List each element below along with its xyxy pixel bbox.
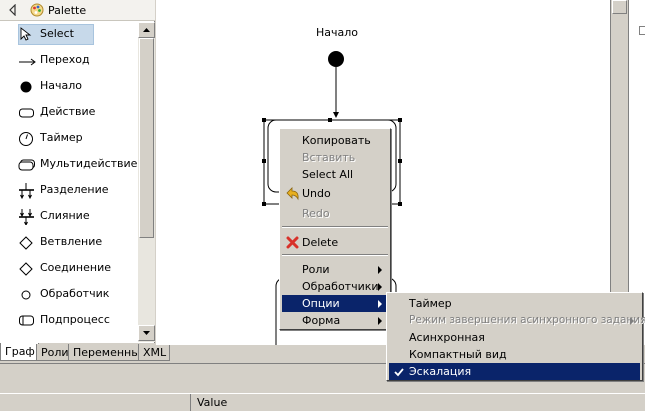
palette-item-select[interactable]: Select (0, 23, 138, 45)
palette-item-label: Таймер (40, 131, 83, 144)
palette-item-start[interactable]: Начало (0, 75, 138, 97)
submenu-arrow-icon (630, 317, 634, 325)
subprocess-icon (19, 315, 34, 326)
timer-icon (19, 132, 33, 146)
submenu-arrow-icon (378, 283, 382, 291)
palette-icon (30, 3, 44, 17)
palette-item-action[interactable]: Действие (0, 101, 138, 123)
fork-icon (19, 183, 34, 199)
menu-item-handlers[interactable]: Обработчики (282, 278, 388, 295)
action-rect-icon (19, 108, 34, 118)
menu-item-options[interactable]: Опции (282, 295, 388, 312)
collapse-arrow-icon[interactable] (8, 4, 18, 16)
palette-header: Palette (0, 0, 155, 21)
palette-item-multiaction[interactable]: Мультидействие (0, 153, 138, 175)
palette-item-subprocess[interactable]: Подпроцесс (0, 309, 138, 331)
scroll-down-button[interactable] (138, 325, 155, 341)
decision-diamond-icon (19, 236, 33, 250)
multi-action-icon (18, 159, 35, 171)
palette-item-label: Select (40, 27, 74, 40)
menu-separator (282, 254, 388, 256)
menu-item-select-all[interactable]: Select All (282, 166, 388, 183)
merge-diamond-icon (19, 262, 33, 276)
palette-item-merge[interactable]: Соединение (0, 257, 138, 279)
palette-title: Palette (48, 4, 87, 17)
menu-item-redo[interactable]: Redo (282, 205, 388, 222)
palette-scrollbar[interactable] (138, 22, 155, 342)
transition-arrow-icon (19, 58, 36, 66)
palette-panel: Palette Select Переход Начало Действие Т… (0, 0, 155, 343)
palette-item-join[interactable]: Слияние (0, 205, 138, 227)
handler-circle-icon (21, 290, 31, 300)
palette-item-label: Ветвление (40, 235, 103, 248)
submenu-item-compact-view[interactable]: Компактный вид (389, 346, 640, 363)
context-menu: Копировать Вставить Select All Undo Redo… (279, 128, 391, 330)
menu-item-delete[interactable]: Delete (282, 234, 388, 251)
palette-item-label: Слияние (40, 209, 90, 222)
scroll-thumb[interactable] (612, 0, 627, 14)
menu-item-undo[interactable]: Undo (282, 185, 388, 202)
menu-item-paste[interactable]: Вставить (282, 149, 388, 166)
palette-item-label: Разделение (40, 183, 109, 196)
palette-item-label: Обработчик (40, 287, 110, 300)
undo-icon (286, 187, 299, 201)
palette-item-label: Начало (40, 79, 83, 92)
palette-item-label: Переход (40, 53, 90, 66)
submenu-arrow-icon (378, 266, 382, 274)
properties-header: Value (0, 393, 645, 411)
palette-item-handler[interactable]: Обработчик (0, 283, 138, 305)
palette-item-label: Подпроцесс (40, 313, 110, 326)
menu-separator (282, 226, 388, 228)
submenu-item-async-completion-mode[interactable]: Режим завершения асинхронного задания (389, 312, 645, 329)
menu-item-roles[interactable]: Роли (282, 261, 388, 278)
palette-item-transition[interactable]: Переход (0, 49, 138, 71)
tree-expander-icon[interactable] (639, 26, 645, 35)
scroll-up-button[interactable] (138, 22, 155, 38)
tab-xml[interactable]: XML (138, 344, 171, 361)
delete-x-icon (286, 236, 299, 249)
join-icon (19, 209, 34, 225)
menu-item-copy[interactable]: Копировать (282, 132, 388, 149)
palette-item-fork[interactable]: Разделение (0, 179, 138, 201)
submenu-arrow-icon (378, 317, 382, 325)
arrow-pointer-icon (20, 27, 32, 41)
value-column-header: Value (197, 396, 228, 409)
palette-list: Select Переход Начало Действие Таймер Му… (0, 22, 138, 342)
transition-arrowhead (333, 112, 339, 118)
column-divider[interactable] (190, 394, 191, 411)
tab-graph[interactable]: Граф (0, 343, 39, 361)
checkmark-icon (394, 368, 404, 377)
palette-item-timer[interactable]: Таймер (0, 127, 138, 149)
submenu-item-async[interactable]: Асинхронная (389, 329, 640, 346)
submenu-item-timer[interactable]: Таймер (389, 295, 640, 312)
options-submenu: Таймер Режим завершения асинхронного зад… (386, 292, 645, 381)
palette-item-label: Соединение (40, 261, 112, 274)
palette-item-label: Действие (40, 105, 96, 118)
start-node (328, 51, 344, 67)
scroll-down-icon (143, 331, 150, 335)
menu-item-form[interactable]: Форма (282, 312, 388, 329)
submenu-item-escalation[interactable]: Эскалация (389, 363, 640, 380)
submenu-arrow-icon (378, 300, 382, 308)
palette-item-label: Мультидействие (40, 157, 138, 170)
editor-tabs: Граф Роли Переменные XML (0, 343, 171, 363)
scroll-up-icon (143, 28, 150, 32)
scroll-thumb[interactable] (139, 38, 154, 238)
start-node-icon (20, 81, 32, 93)
palette-item-decision[interactable]: Ветвление (0, 231, 138, 253)
